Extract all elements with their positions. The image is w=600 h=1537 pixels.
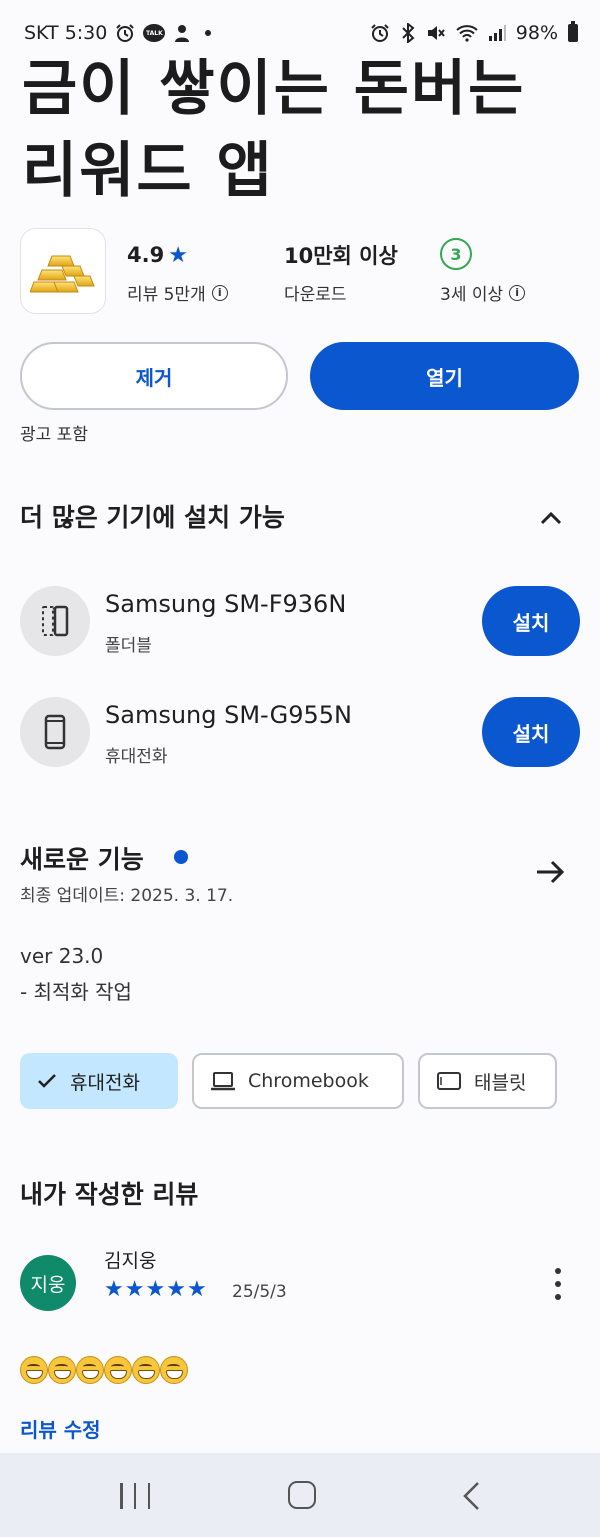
review-text bbox=[20, 1356, 188, 1384]
chip-label: Chromebook bbox=[248, 1070, 369, 1092]
kakaotalk-icon: TALK bbox=[143, 24, 166, 42]
ads-notice: 광고 포함 bbox=[20, 425, 88, 445]
phone-icon bbox=[20, 697, 90, 767]
release-note-line: ver 23.0 bbox=[20, 944, 104, 968]
grinning-emoji-icon bbox=[132, 1356, 160, 1384]
navigation-bar bbox=[0, 1453, 600, 1537]
signal-icon bbox=[488, 25, 506, 41]
new-indicator-dot bbox=[174, 850, 188, 864]
info-icon[interactable]: i bbox=[509, 284, 526, 301]
last-updated: 최종 업데이트: 2025. 3. 17. bbox=[20, 886, 234, 906]
grinning-emoji-icon bbox=[76, 1356, 104, 1384]
grinning-emoji-icon bbox=[20, 1356, 48, 1384]
age-rating-block[interactable]: 3 3세 이상 i bbox=[440, 238, 526, 305]
release-notes: ver 23.0 - 최적화 작업 bbox=[20, 938, 132, 1010]
home-icon[interactable] bbox=[288, 1481, 316, 1509]
app-title-line2: 리워드 앱 bbox=[22, 136, 274, 206]
alarm-icon bbox=[116, 24, 135, 42]
grinning-emoji-icon bbox=[48, 1356, 76, 1384]
chip-label: 휴대전화 bbox=[70, 1071, 140, 1094]
arrow-right-icon[interactable] bbox=[534, 856, 566, 888]
grinning-emoji-icon bbox=[104, 1356, 132, 1384]
more-options-icon[interactable] bbox=[545, 1268, 571, 1300]
app-title: 금이 쌓이는 돈버는 리워드 앱 bbox=[22, 48, 582, 212]
gold-bars-icon bbox=[30, 255, 95, 293]
devices-section-title: 더 많은 기기에 설치 가능 bbox=[20, 503, 285, 532]
mute-icon bbox=[427, 26, 445, 40]
star-icon: ★ bbox=[124, 1277, 145, 1302]
star-icon: ★ bbox=[168, 242, 188, 268]
chevron-up-icon[interactable] bbox=[536, 503, 566, 533]
edit-review-link[interactable]: 리뷰 수정 bbox=[20, 1414, 101, 1443]
device-type: 휴대전화 bbox=[105, 747, 168, 767]
install-button[interactable]: 설치 bbox=[482, 697, 580, 767]
tablet-icon bbox=[437, 1072, 461, 1090]
release-note-line: - 최적화 작업 bbox=[20, 980, 132, 1004]
app-icon bbox=[175, 25, 190, 42]
reviewer-name: 김지웅 bbox=[104, 1250, 157, 1272]
uninstall-button[interactable]: 제거 bbox=[20, 342, 288, 410]
wifi-icon bbox=[456, 25, 478, 42]
battery-percent: 98% bbox=[515, 22, 558, 44]
rating-block[interactable]: 4.9 ★ 리뷰 5만개 i bbox=[127, 240, 228, 305]
open-button[interactable]: 열기 bbox=[310, 342, 579, 410]
star-icon: ★ bbox=[186, 1277, 207, 1302]
info-icon[interactable]: i bbox=[211, 284, 228, 301]
device-name: Samsung SM-G955N bbox=[105, 701, 352, 729]
carrier-time: SKT 5:30 bbox=[24, 22, 108, 44]
my-review-title: 내가 작성한 리뷰 bbox=[20, 1180, 199, 1209]
chip-tablet[interactable]: 태블릿 bbox=[418, 1053, 557, 1109]
whats-new-title[interactable]: 새로운 기능 bbox=[20, 840, 144, 876]
chip-chromebook[interactable]: Chromebook bbox=[192, 1053, 404, 1109]
downloads-value: 10만회 이상 bbox=[284, 244, 398, 268]
device-type: 폴더블 bbox=[105, 636, 152, 656]
rating-value: 4.9 bbox=[127, 243, 165, 267]
avatar: 지웅 bbox=[20, 1255, 76, 1311]
review-count: 리뷰 5만개 bbox=[127, 285, 206, 305]
install-button[interactable]: 설치 bbox=[482, 586, 580, 656]
bluetooth-icon bbox=[402, 23, 415, 43]
back-icon[interactable] bbox=[458, 1481, 486, 1511]
battery-icon bbox=[568, 21, 578, 42]
laptop-icon bbox=[211, 1072, 235, 1091]
alarm-icon bbox=[371, 24, 389, 42]
chip-label: 태블릿 bbox=[474, 1071, 527, 1094]
review-stars: ★ ★ ★ ★ ★ bbox=[104, 1278, 207, 1302]
star-icon: ★ bbox=[145, 1277, 166, 1302]
chip-phone[interactable]: 휴대전화 bbox=[20, 1053, 178, 1109]
device-name: Samsung SM-F936N bbox=[105, 590, 347, 618]
review-date: 25/5/3 bbox=[232, 1282, 287, 1302]
star-icon: ★ bbox=[104, 1277, 124, 1302]
foldable-icon bbox=[20, 586, 90, 656]
app-icon[interactable] bbox=[20, 228, 106, 314]
star-icon: ★ bbox=[166, 1277, 186, 1302]
downloads-block: 10만회 이상 다운로드 bbox=[284, 240, 398, 305]
downloads-label: 다운로드 bbox=[284, 285, 347, 305]
app-title-line1: 금이 쌓이는 돈버는 bbox=[22, 54, 526, 124]
age-rating-badge-icon: 3 bbox=[440, 238, 472, 270]
age-rating-label: 3세 이상 bbox=[440, 285, 504, 305]
grinning-emoji-icon bbox=[160, 1356, 188, 1384]
notification-dot bbox=[205, 30, 212, 36]
check-icon bbox=[38, 1074, 56, 1088]
recent-apps-icon[interactable] bbox=[120, 1483, 150, 1509]
